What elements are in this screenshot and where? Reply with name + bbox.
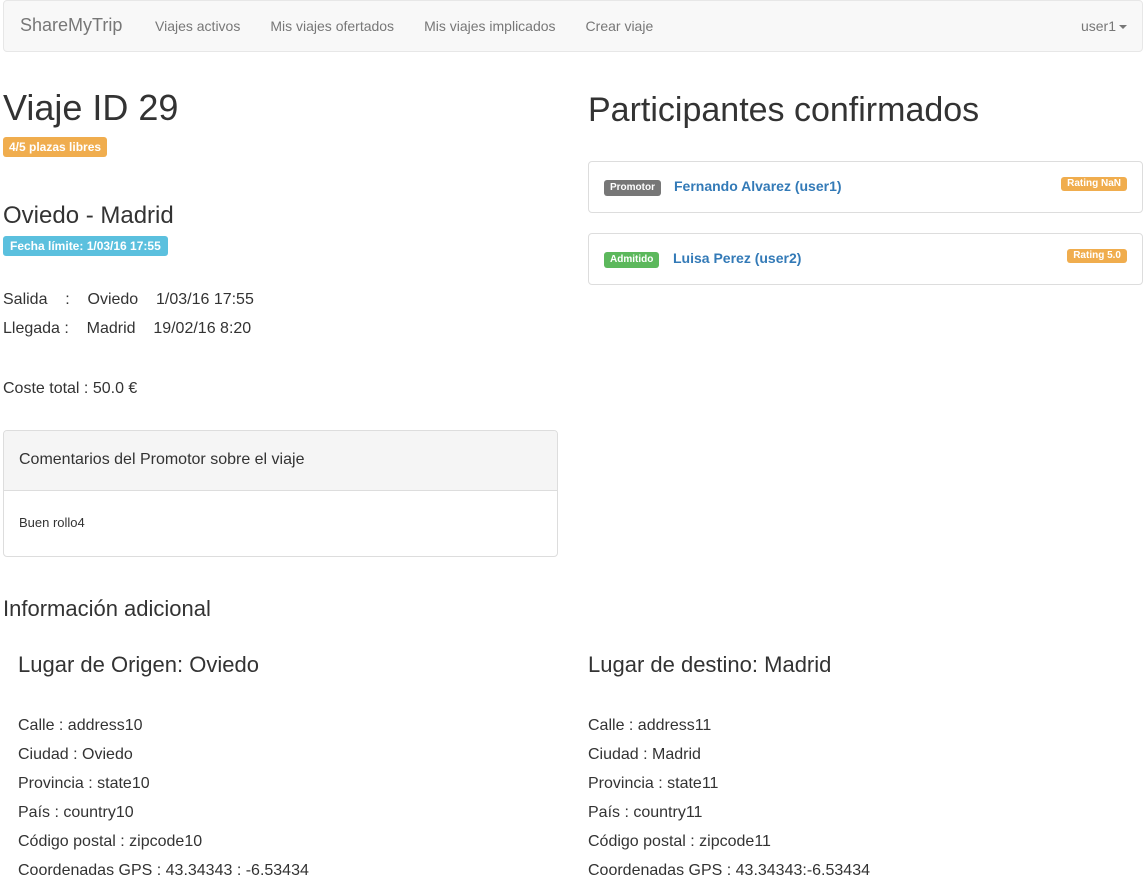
deadline-badge: Fecha límite: 1/03/16 17:55 <box>3 236 168 256</box>
seats-available-badge: 4/5 plazas libres <box>3 137 108 157</box>
departure-datetime: 1/03/16 17:55 <box>155 291 254 308</box>
origin-title: Lugar de Origen: Oviedo <box>18 652 259 677</box>
arrival-label: Llegada <box>3 320 60 337</box>
rating-badge: Rating 5.0 <box>1067 249 1127 263</box>
participant-card: Admitido Luisa Perez (user2) Rating 5.0 <box>588 233 1143 285</box>
destination-country: País : country11 <box>588 804 703 821</box>
total-cost-value: 50.0 € <box>92 380 138 397</box>
destination-gps: Coordenadas GPS : 43.34343:-6.53434 <box>588 862 870 879</box>
user-menu-dropdown[interactable]: user1 <box>1081 1 1127 51</box>
origin-city: Ciudad : Oviedo <box>18 746 133 763</box>
arrival-datetime: 19/02/16 8:20 <box>153 320 252 337</box>
departure-city: Oviedo <box>87 291 139 308</box>
origin-gps: Coordenadas GPS : 43.34343 : -6.53434 <box>18 862 309 879</box>
additional-info-heading: Información adicional <box>3 596 211 621</box>
origin-country: País : country10 <box>18 804 134 821</box>
nav-link-crear-viaje[interactable]: Crear viaje <box>571 1 669 51</box>
origin-state: Provincia : state10 <box>18 775 150 792</box>
arrival-city: Madrid <box>86 320 136 337</box>
destination-city: Ciudad : Madrid <box>588 746 701 763</box>
navbar: ShareMyTrip Viajes activos Mis viajes of… <box>3 0 1143 52</box>
nav-link-mis-viajes-implicados[interactable]: Mis viajes implicados <box>409 1 570 51</box>
origin-zipcode: Código postal : zipcode10 <box>18 833 203 850</box>
participant-link[interactable]: Fernando Alvarez (user1) <box>674 178 842 194</box>
trip-route: Oviedo - Madrid <box>3 202 174 229</box>
destination-street: Calle : address11 <box>588 717 712 734</box>
origin-street: Calle : address10 <box>18 717 143 734</box>
caret-down-icon <box>1119 25 1127 30</box>
total-cost-label: Coste total <box>3 380 80 397</box>
role-badge-promotor: Promotor <box>604 180 661 196</box>
role-badge-admitido: Admitido <box>604 252 660 268</box>
departure-label: Salida <box>3 291 48 308</box>
arrival-row: Llegada : Madrid 19/02/16 8:20 <box>3 320 252 337</box>
trip-title: Viaje ID 29 <box>3 87 179 128</box>
destination-title: Lugar de destino: Madrid <box>588 652 832 677</box>
destination-zipcode: Código postal : zipcode11 <box>588 833 771 850</box>
panel-body: Buen rollo4 <box>19 515 85 530</box>
participants-title: Participantes confirmados <box>588 91 980 129</box>
nav-link-mis-viajes-ofertados[interactable]: Mis viajes ofertados <box>255 1 409 51</box>
nav-links: Viajes activos Mis viajes ofertados Mis … <box>140 1 668 51</box>
promoter-comments-panel: Comentarios del Promotor sobre el viaje … <box>3 430 558 557</box>
participant-card: Promotor Fernando Alvarez (user1) Rating… <box>588 161 1143 213</box>
user-menu-label: user1 <box>1080 18 1116 34</box>
brand-link[interactable]: ShareMyTrip <box>20 15 122 36</box>
rating-badge: Rating NaN <box>1061 177 1127 191</box>
total-cost-row: Coste total : 50.0 € <box>3 380 138 397</box>
participant-link[interactable]: Luisa Perez (user2) <box>673 250 801 266</box>
nav-link-viajes-activos[interactable]: Viajes activos <box>140 1 255 51</box>
destination-state: Provincia : state11 <box>588 775 719 792</box>
departure-row: Salida : Oviedo 1/03/16 17:55 <box>3 291 254 308</box>
panel-heading: Comentarios del Promotor sobre el viaje <box>4 431 557 491</box>
